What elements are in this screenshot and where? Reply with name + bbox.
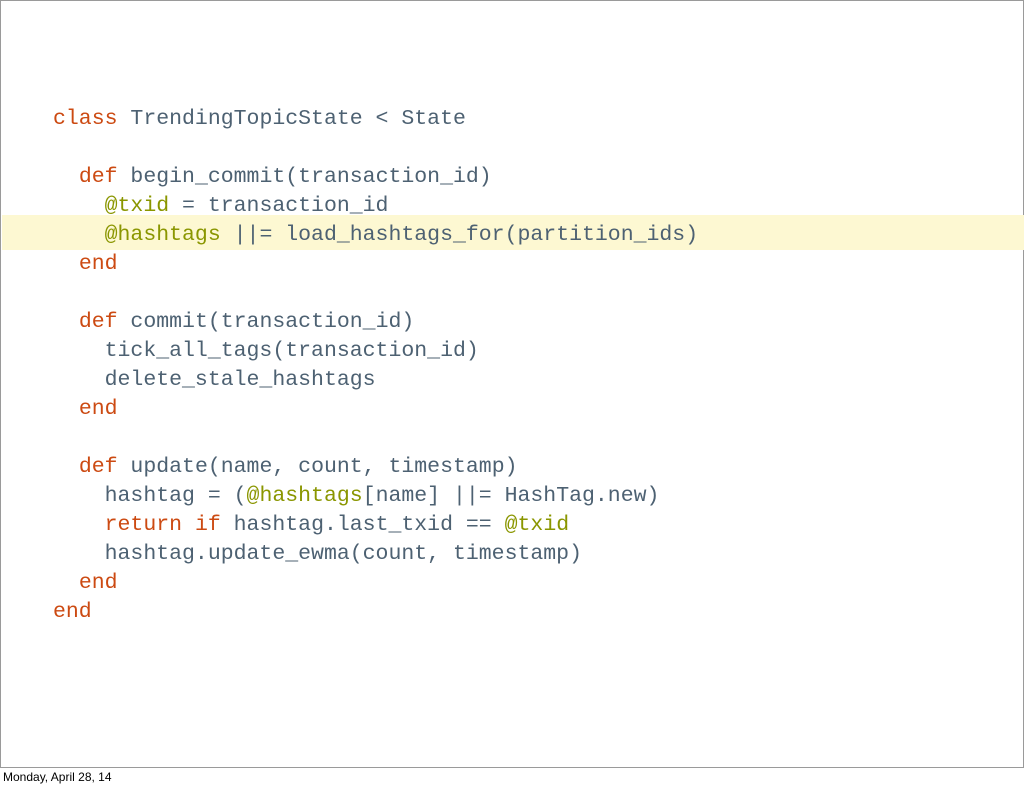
code-line: @hashtags ||= load_hashtags_for(partitio…: [53, 221, 699, 250]
code-token: = transaction_id: [169, 194, 389, 218]
code-token: delete_stale_hashtags: [53, 368, 376, 392]
code-line: def update(name, count, timestamp): [53, 453, 698, 482]
code-token: hashtag = (: [53, 484, 247, 508]
code-keyword: def: [78, 455, 118, 479]
code-keyword: class: [53, 107, 118, 131]
code-keyword: end: [78, 252, 118, 276]
code-keyword: def: [78, 310, 118, 334]
code-instance-variable: @txid: [104, 194, 170, 218]
code-line: @txid = transaction_id: [53, 192, 698, 221]
code-line: delete_stale_hashtags: [53, 366, 698, 395]
code-line: def begin_commit(transaction_id): [53, 163, 698, 192]
code-token: tick_all_tags(transaction_id): [53, 339, 479, 363]
code-keyword: def: [78, 165, 118, 189]
code-line: return if hashtag.last_txid == @txid: [53, 511, 698, 540]
code-token: hashtag.update_ewma(count, timestamp): [53, 542, 582, 566]
footer-date: Monday, April 28, 14: [3, 770, 112, 784]
code-token: commit(transaction_id): [117, 310, 415, 334]
code-keyword: end: [78, 571, 118, 595]
code-token: hashtag.last_txid ==: [220, 513, 505, 537]
code-token: begin_commit(transaction_id): [117, 165, 492, 189]
code-line: end: [53, 250, 698, 279]
code-line: end: [53, 395, 698, 424]
code-keyword: end: [78, 397, 118, 421]
code-line: def commit(transaction_id): [53, 308, 698, 337]
code-keyword: return: [104, 513, 183, 537]
code-line: tick_all_tags(transaction_id): [53, 337, 698, 366]
code-keyword: if: [194, 513, 221, 537]
code-line: hashtag.update_ewma(count, timestamp): [53, 540, 698, 569]
code-block: class TrendingTopicState < State def beg…: [53, 105, 698, 627]
code-line: class TrendingTopicState < State: [53, 105, 698, 134]
code-token: ||= load_hashtags_for(partition_ids): [220, 223, 699, 247]
slide: class TrendingTopicState < State def beg…: [0, 0, 1024, 768]
code-instance-variable: @hashtags: [104, 223, 221, 247]
code-token: TrendingTopicState < State: [117, 107, 466, 131]
code-instance-variable: @hashtags: [246, 484, 363, 508]
code-line: end: [53, 569, 698, 598]
code-line: hashtag = (@hashtags[name] ||= HashTag.n…: [53, 482, 698, 511]
code-token: [name] ||= HashTag.new): [362, 484, 660, 508]
code-token: update(name, count, timestamp): [117, 455, 518, 479]
code-line: end: [53, 598, 698, 627]
code-keyword: end: [53, 600, 92, 624]
code-instance-variable: @txid: [504, 513, 570, 537]
